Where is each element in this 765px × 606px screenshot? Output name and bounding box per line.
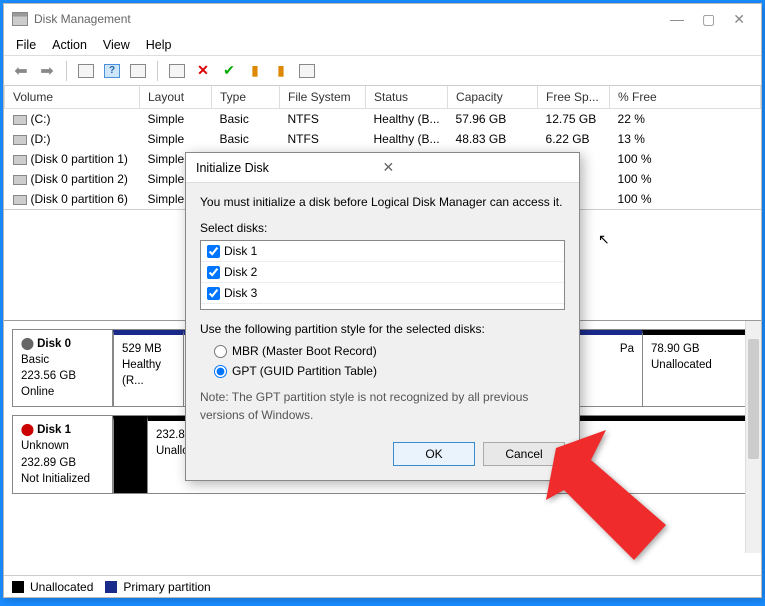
table-row[interactable]: (D:)SimpleBasicNTFSHealthy (B...48.83 GB… [5, 129, 761, 149]
annotation-arrow-icon [536, 430, 676, 575]
disk-checkbox[interactable] [207, 266, 220, 279]
disk-name: Disk 0 [37, 338, 71, 350]
vertical-scrollbar[interactable] [745, 321, 761, 553]
col-fs[interactable]: File System [280, 86, 366, 109]
table-row[interactable]: (C:)SimpleBasicNTFSHealthy (B...57.96 GB… [5, 109, 761, 130]
app-icon [12, 12, 28, 26]
maximize-button[interactable]: ▢ [702, 11, 715, 28]
disk-select-list[interactable]: Disk 1 Disk 2 Disk 3 [200, 240, 565, 310]
folder-up-icon[interactable]: ▮ [270, 60, 292, 82]
col-pct[interactable]: % Free [610, 86, 761, 109]
col-type[interactable]: Type [212, 86, 280, 109]
delete-icon[interactable]: ✕ [192, 60, 214, 82]
menu-action[interactable]: Action [52, 38, 87, 52]
titlebar[interactable]: Disk Management — ▢ ✕ [4, 4, 761, 34]
disk-checkbox[interactable] [207, 287, 220, 300]
toolbar-btn[interactable] [75, 60, 97, 82]
ok-button[interactable]: OK [393, 442, 475, 466]
close-button[interactable]: ✕ [733, 11, 745, 28]
forward-button[interactable]: ➡ [36, 60, 58, 82]
dialog-title: Initialize Disk [196, 161, 377, 175]
minimize-button[interactable]: — [670, 11, 684, 28]
legend: Unallocated Primary partition [4, 575, 761, 597]
menu-view[interactable]: View [103, 38, 130, 52]
col-free[interactable]: Free Sp... [538, 86, 610, 109]
toolbar: ⬅ ➡ ? ✕ ✔ ▮ ▮ [4, 56, 761, 86]
toolbar-btn[interactable] [166, 60, 188, 82]
help-icon[interactable]: ? [101, 60, 123, 82]
mouse-cursor-icon: ↖ [598, 231, 610, 248]
col-volume[interactable]: Volume [5, 86, 140, 109]
col-layout[interactable]: Layout [140, 86, 212, 109]
mbr-radio[interactable] [214, 345, 227, 358]
dialog-message: You must initialize a disk before Logica… [200, 193, 565, 211]
legend-swatch-unallocated [12, 581, 24, 593]
properties-icon[interactable] [296, 60, 318, 82]
menu-file[interactable]: File [16, 38, 36, 52]
back-button[interactable]: ⬅ [10, 60, 32, 82]
initialize-disk-dialog: Initialize Disk ✕ You must initialize a … [185, 152, 580, 481]
disk-checkbox[interactable] [207, 245, 220, 258]
window-title: Disk Management [34, 12, 670, 26]
disk-name: Disk 1 [37, 424, 71, 436]
check-icon[interactable]: ✔ [218, 60, 240, 82]
close-icon[interactable]: ✕ [377, 159, 570, 176]
legend-swatch-primary [105, 581, 117, 593]
menu-help[interactable]: Help [146, 38, 172, 52]
folder-icon[interactable]: ▮ [244, 60, 266, 82]
menubar: File Action View Help [4, 34, 761, 56]
col-status[interactable]: Status [366, 86, 448, 109]
toolbar-btn[interactable] [127, 60, 149, 82]
col-capacity[interactable]: Capacity [448, 86, 538, 109]
gpt-radio[interactable] [214, 365, 227, 378]
dialog-note: Note: The GPT partition style is not rec… [200, 388, 565, 424]
